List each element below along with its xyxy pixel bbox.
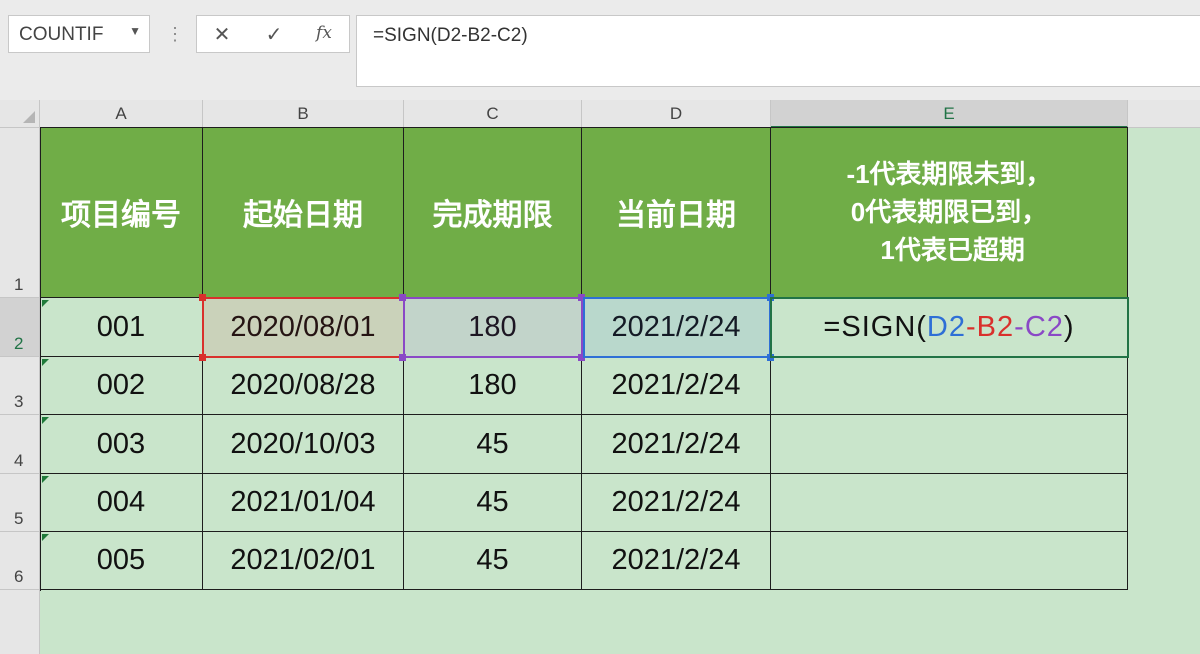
select-all-icon <box>23 111 35 123</box>
cell-c1[interactable]: 完成期限 <box>404 127 582 298</box>
cell-value: 004 <box>96 486 146 518</box>
row-header-1[interactable]: 1 <box>0 128 40 298</box>
row-header-5[interactable]: 5 <box>0 474 40 532</box>
cell-c4[interactable]: 45 <box>404 415 582 474</box>
resize-handle[interactable] <box>399 354 406 361</box>
cancel-icon[interactable]: ✕ <box>205 22 239 48</box>
column-header-d[interactable]: D <box>582 100 771 128</box>
column-header-c[interactable]: C <box>404 100 582 128</box>
reference-highlight-d2 <box>583 297 771 358</box>
cell-marker <box>42 534 49 541</box>
resize-handle[interactable] <box>199 354 206 361</box>
cell-e3[interactable] <box>771 357 1128 415</box>
cell-marker <box>42 417 49 424</box>
formula-buttons: ✕ ✓ fx <box>196 15 350 53</box>
cell-d5[interactable]: 2021/2/24 <box>582 474 771 532</box>
row-number: 5 <box>14 509 24 528</box>
checkmark-icon[interactable]: ✓ <box>257 22 291 48</box>
column-header-b[interactable]: B <box>203 100 404 128</box>
name-box[interactable]: COUNTIF ▼ <box>8 15 150 53</box>
row-header-4[interactable]: 4 <box>0 415 40 474</box>
cell-c5[interactable]: 45 <box>404 474 582 532</box>
row-number: 2 <box>14 334 24 353</box>
cell-c6[interactable]: 45 <box>404 532 582 590</box>
reference-highlight-b2 <box>202 297 405 358</box>
column-header-a[interactable]: A <box>40 100 203 128</box>
row-number: 4 <box>14 451 24 470</box>
cell-e5[interactable] <box>771 474 1128 532</box>
formula-text: =SIGN(D2-B2-C2) <box>373 25 528 46</box>
cell-marker <box>42 359 49 366</box>
cell-a4[interactable]: 003 <box>40 415 203 474</box>
reference-highlight-c2 <box>403 297 583 358</box>
insert-function-icon[interactable]: fx <box>307 23 341 49</box>
cell-b4[interactable]: 2020/10/03 <box>203 415 404 474</box>
dropdown-arrow-icon[interactable]: ▼ <box>129 24 141 38</box>
more-options-icon[interactable]: ⋮ <box>166 24 184 45</box>
cell-b1[interactable]: 起始日期 <box>203 127 404 298</box>
row-header-2[interactable]: 2 <box>0 298 40 357</box>
active-cell-border <box>770 297 1129 358</box>
cell-b3[interactable]: 2020/08/28 <box>203 357 404 415</box>
formula-input[interactable]: =SIGN(D2-B2-C2) <box>356 15 1200 87</box>
cell-e1[interactable]: -1代表期限未到， 0代表期限已到， 1代表已超期 <box>771 127 1128 298</box>
row-header-empty <box>0 590 40 654</box>
cell-marker <box>42 476 49 483</box>
cell-d6[interactable]: 2021/2/24 <box>582 532 771 590</box>
cell-b5[interactable]: 2021/01/04 <box>203 474 404 532</box>
name-box-value: COUNTIF <box>19 24 104 45</box>
resize-handle[interactable] <box>199 294 206 301</box>
row-number: 6 <box>14 567 24 586</box>
cell-d4[interactable]: 2021/2/24 <box>582 415 771 474</box>
cell-a2[interactable]: 001 <box>40 298 203 357</box>
cell-e6[interactable] <box>771 532 1128 590</box>
cell-b6[interactable]: 2021/02/01 <box>203 532 404 590</box>
row-number: 3 <box>14 392 24 411</box>
cell-value: 003 <box>96 427 146 460</box>
cell-value: 002 <box>96 369 146 401</box>
row-header-6[interactable]: 6 <box>0 532 40 590</box>
row-number: 1 <box>14 275 24 294</box>
cell-e4[interactable] <box>771 415 1128 474</box>
cell-d1[interactable]: 当前日期 <box>582 127 771 298</box>
row-header-3[interactable]: 3 <box>0 357 40 415</box>
cell-a1[interactable]: 项目编号 <box>40 127 203 298</box>
column-header-e[interactable]: E <box>771 100 1128 128</box>
cell-value: 005 <box>96 544 146 576</box>
cell-a6[interactable]: 005 <box>40 532 203 590</box>
cell-c3[interactable]: 180 <box>404 357 582 415</box>
select-all-button[interactable] <box>0 100 40 128</box>
cell-value: 001 <box>96 310 146 343</box>
cell-marker <box>42 300 49 307</box>
cell-d3[interactable]: 2021/2/24 <box>582 357 771 415</box>
cell-a5[interactable]: 004 <box>40 474 203 532</box>
resize-handle[interactable] <box>399 294 406 301</box>
cell-a3[interactable]: 002 <box>40 357 203 415</box>
